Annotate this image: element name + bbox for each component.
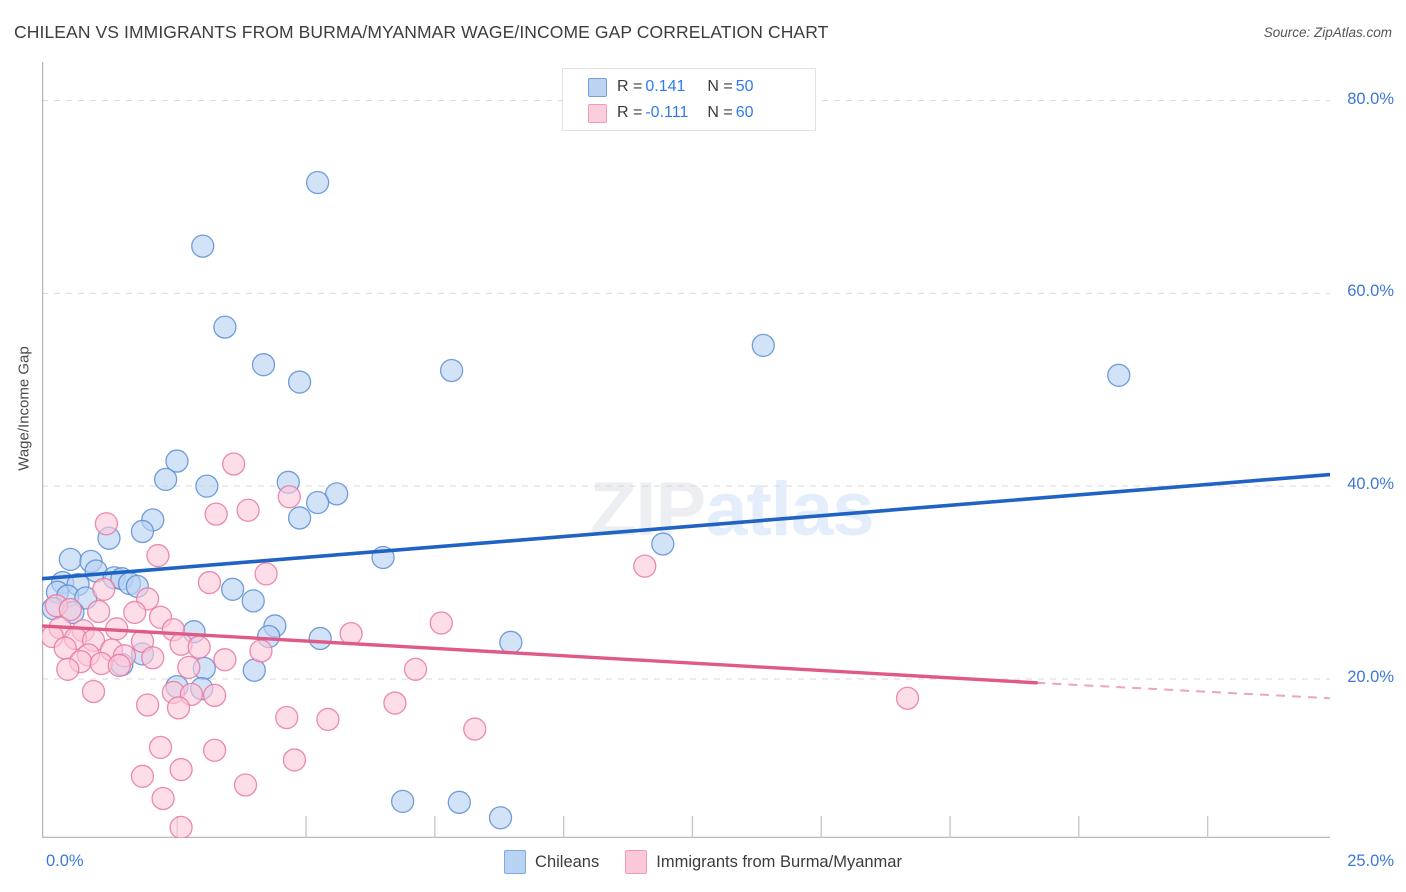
data-point: [236, 498, 260, 522]
page-title: CHILEAN VS IMMIGRANTS FROM BURMA/MYANMAR…: [14, 22, 829, 42]
data-point: [177, 655, 201, 680]
r-value: -0.111: [645, 104, 689, 121]
y-axis-tick-label: 40.0%: [1347, 475, 1394, 494]
series-legend-item-immigrants-burma-myanmar[interactable]: Immigrants from Burma/Myanmar: [625, 850, 902, 874]
correlation-row: R = -0.111 N = 60: [563, 100, 815, 126]
y-axis-tick-label: 60.0%: [1347, 282, 1394, 301]
n-label: N =: [707, 104, 733, 121]
data-point: [130, 519, 155, 544]
correlation-row: R = 0.141 N = 50: [563, 74, 815, 100]
data-point: [651, 532, 675, 556]
r-value: 0.141: [645, 78, 686, 95]
data-point: [287, 506, 312, 530]
trendline-dashed: [1036, 681, 1330, 700]
data-point: [390, 789, 415, 814]
data-point: [308, 626, 332, 651]
n-value: 50: [735, 78, 754, 95]
scatter-svg: [42, 62, 1330, 838]
data-point: [251, 353, 276, 377]
data-point: [94, 512, 119, 536]
data-point: [287, 370, 312, 394]
data-point: [895, 686, 920, 710]
r-label: R =: [617, 104, 643, 121]
data-point: [166, 696, 191, 720]
y-axis-tick-label: 20.0%: [1347, 667, 1394, 686]
data-point: [123, 600, 147, 625]
data-point: [213, 648, 237, 672]
data-point: [130, 764, 155, 788]
data-point: [429, 611, 453, 635]
data-point: [233, 773, 258, 797]
data-point: [339, 621, 363, 646]
data-point: [488, 806, 513, 830]
correlation-swatch: [588, 103, 607, 123]
correlation-legend: R = 0.141 N = 50 R = -0.111 N = 60: [562, 68, 816, 131]
data-point: [195, 474, 219, 498]
correlation-chart: CHILEAN VS IMMIGRANTS FROM BURMA/MYANMAR…: [0, 0, 1406, 892]
data-point: [107, 653, 131, 678]
data-point: [92, 577, 116, 601]
data-point: [141, 646, 165, 670]
data-point: [169, 757, 193, 782]
data-point: [282, 748, 307, 772]
data-point: [135, 693, 160, 717]
data-point: [316, 707, 340, 732]
data-point: [633, 554, 657, 578]
data-point: [499, 630, 523, 654]
data-point: [204, 502, 228, 526]
data-point: [153, 467, 178, 492]
series-swatch: [625, 850, 648, 874]
n-label: N =: [707, 78, 733, 95]
data-point: [403, 657, 428, 681]
data-point: [191, 234, 215, 258]
n-value: 60: [735, 104, 754, 121]
data-point: [220, 577, 245, 601]
series-immigrants-burma-myanmar: [42, 452, 920, 838]
series-swatch: [504, 850, 527, 874]
trendline: [42, 472, 1330, 581]
data-point: [275, 705, 299, 730]
data-point: [169, 815, 193, 838]
series-chileans: [42, 170, 1131, 830]
data-point: [197, 570, 222, 595]
data-point: [439, 358, 464, 383]
data-point: [751, 333, 775, 358]
data-point: [463, 717, 487, 741]
data-point: [305, 170, 330, 195]
r-label: R =: [617, 78, 643, 95]
series-legend: Chileans Immigrants from Burma/Myanmar: [0, 850, 1406, 874]
data-point: [222, 452, 246, 476]
data-point: [202, 738, 227, 762]
source-attribution: Source: ZipAtlas.com: [1263, 25, 1392, 40]
data-point: [254, 562, 278, 586]
data-point: [383, 691, 407, 715]
data-point: [146, 543, 170, 568]
data-point: [305, 490, 330, 515]
y-axis-tick-label: 80.0%: [1347, 89, 1394, 108]
data-point: [447, 790, 471, 814]
plot-area: ZIPatlas: [42, 62, 1330, 838]
data-point: [148, 735, 173, 760]
data-point: [213, 315, 237, 339]
y-axis-title: Wage/Income Gap: [15, 346, 33, 471]
data-point: [87, 599, 111, 624]
series-label: Chileans: [535, 852, 600, 871]
data-point: [249, 639, 273, 663]
series-label: Immigrants from Burma/Myanmar: [656, 852, 902, 871]
data-point: [58, 547, 82, 572]
data-point: [187, 635, 211, 659]
data-point: [81, 679, 106, 704]
correlation-swatch: [588, 77, 607, 97]
series-legend-item-chileans[interactable]: Chileans: [504, 850, 599, 874]
data-point: [241, 589, 265, 613]
data-point: [151, 786, 175, 811]
data-point: [202, 683, 227, 707]
data-point: [56, 657, 80, 681]
data-point: [1107, 363, 1131, 387]
data-point: [277, 485, 301, 509]
